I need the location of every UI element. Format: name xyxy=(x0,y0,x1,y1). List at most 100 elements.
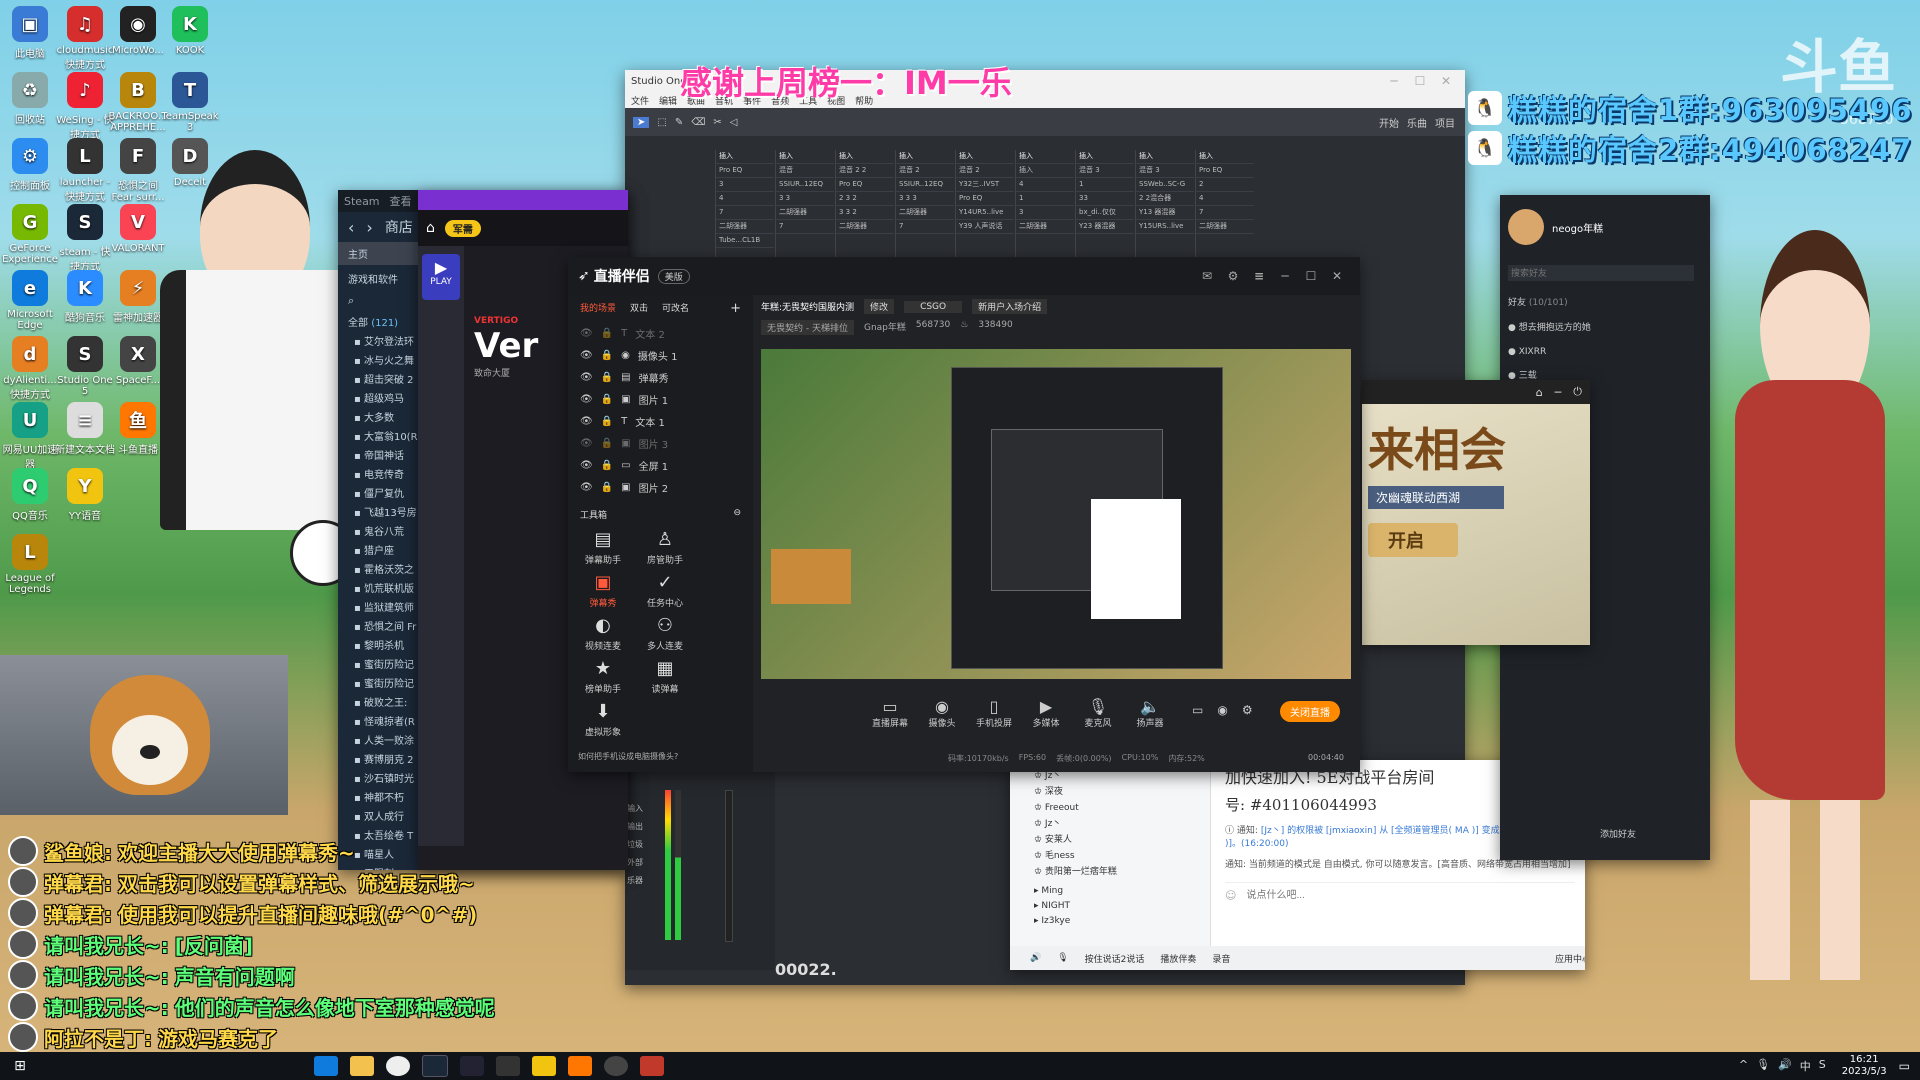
insert-slot[interactable]: Y14UR5..live xyxy=(956,206,1014,220)
desktop-icon[interactable]: ♪ WeSing - 快捷方式 xyxy=(55,72,115,141)
toolbox-button[interactable]: ◐ 视频连麦 xyxy=(572,615,634,652)
minimize-icon-2[interactable]: ─ xyxy=(1555,386,1562,399)
insert-column[interactable]: 插入 插入 4 1 3 二胡强器 xyxy=(1015,150,1074,260)
insert-slot[interactable]: 二胡强器 xyxy=(836,220,894,234)
live-assistant-window[interactable]: ➶ 直播伴侣 美版 ✉ ⚙ ≡ ─ ☐ ✕ 我的场景 双击 可改名 + 👁 🔒 T 文… xyxy=(568,257,1360,772)
insert-column[interactable]: 插入 混音 2 SSIUR..12EQ 3 3 3 二胡强器 7 xyxy=(895,150,954,260)
insert-slot[interactable]: 混音 2 xyxy=(956,164,1014,178)
scene-source-item[interactable]: 👁 🔒 T 文本 2 xyxy=(568,322,753,344)
desktop-icon[interactable]: S Studio One 5 xyxy=(55,336,115,397)
insert-column[interactable]: 插入 混音 SSIUR..12EQ 3 3 二胡强器 7 xyxy=(775,150,834,260)
insert-slot[interactable]: SSIUR..12EQ xyxy=(896,178,954,192)
desktop-icon[interactable]: ◉ MicroWo... xyxy=(108,6,168,56)
back-arrow-icon[interactable]: ‹ xyxy=(348,218,354,237)
visibility-icon[interactable]: 👁 xyxy=(580,328,593,339)
source-button[interactable]: ▭ 直播屏幕 xyxy=(868,697,912,729)
desktop-icon[interactable]: G GeForce Experience xyxy=(0,204,60,265)
intro-button[interactable]: 新用户入场介绍 xyxy=(972,299,1048,314)
insert-slot[interactable]: 二胡强器 xyxy=(896,206,954,220)
insert-column[interactable]: 插入 Pro EQ 3 4 7 二胡强器 Tube...CL1B xyxy=(715,150,774,260)
scene-source-item[interactable]: 👁 🔒 ▤ 弹幕秀 xyxy=(568,366,753,388)
home-icon-2[interactable]: ⌂ xyxy=(1536,386,1543,399)
desktop-icon[interactable]: K 酷狗音乐 xyxy=(55,270,115,324)
start-icon[interactable]: ⊞ xyxy=(6,1052,34,1080)
scene-source-item[interactable]: 👁 🔒 ◉ 摄像头 1 xyxy=(568,344,753,366)
insert-slot[interactable]: 二胡强器 xyxy=(716,220,774,234)
channel-group[interactable]: ▸ Ming xyxy=(1034,884,1210,899)
insert-slot[interactable]: 混音 2 2 xyxy=(836,164,894,178)
friend-search-input[interactable] xyxy=(1508,265,1694,281)
notification-icon[interactable]: ▭ xyxy=(1899,1059,1910,1073)
insert-slot[interactable]: 混音 xyxy=(776,164,834,178)
visibility-icon[interactable]: 👁 xyxy=(580,416,593,427)
visibility-icon[interactable]: 👁 xyxy=(580,350,593,361)
gear-icon[interactable]: ⚙ xyxy=(1242,703,1253,717)
close-icon-3[interactable]: ✕ xyxy=(1324,269,1350,283)
insert-slot[interactable]: 插入 xyxy=(1016,164,1074,178)
channel-member[interactable]: ♔ 毛ness xyxy=(1034,848,1210,864)
desktop-icon[interactable]: U 网易UU加速器 xyxy=(0,402,60,471)
add-scene-button[interactable]: + xyxy=(730,301,741,316)
tab-song[interactable]: 乐曲 xyxy=(1407,115,1427,130)
desktop-icon[interactable]: K KOOK xyxy=(160,6,220,56)
home-icon[interactable]: ⌂ xyxy=(426,220,435,236)
insert-slot[interactable]: Pro EQ xyxy=(956,192,1014,206)
edge-icon[interactable] xyxy=(314,1056,338,1076)
insert-slot[interactable]: 3 3 3 xyxy=(896,192,954,206)
insert-slot[interactable]: bx_di..仅仅 xyxy=(1076,206,1134,220)
steam-icon[interactable] xyxy=(422,1055,448,1077)
source-button[interactable]: ▯ 手机投屏 xyxy=(972,697,1016,729)
insert-column[interactable]: 插入 混音 2 Y32三..IVST Pro EQ Y14UR5..live Y39 人声… xyxy=(955,150,1014,260)
tray-icon[interactable]: 中 xyxy=(1800,1058,1811,1074)
desktop-icon[interactable]: d dyAlienti... 快捷方式 xyxy=(0,336,60,401)
minimize-icon[interactable]: ─ xyxy=(1381,74,1407,88)
insert-slot[interactable]: Y32三..IVST xyxy=(956,178,1014,192)
insert-column[interactable]: 插入 混音 3 1 33 bx_di..仅仅 Y23 器混器 xyxy=(1075,150,1134,260)
steam-menu-view[interactable]: 查看 xyxy=(390,193,412,209)
lock-icon[interactable]: 🔒 xyxy=(601,350,613,361)
qq-record-button[interactable]: 录音 xyxy=(1212,952,1230,965)
toolbox-button[interactable]: ⬇ 虚拟形象 xyxy=(572,701,634,738)
tray-icon[interactable]: 🎙 xyxy=(1756,1058,1770,1074)
tab-my-scenes[interactable]: 我的场景 xyxy=(580,301,616,316)
desktop-icon[interactable]: L League of Legends xyxy=(0,534,60,595)
category-select[interactable]: 无畏契约 - 天梯排位 xyxy=(761,320,854,335)
lock-icon[interactable]: 🔒 xyxy=(601,394,613,405)
friend-item[interactable]: ● XIXRR xyxy=(1508,340,1710,364)
obs-icon[interactable] xyxy=(604,1056,628,1076)
insert-slot[interactable]: 3 xyxy=(1016,206,1074,220)
desktop-icon[interactable]: B BACKROO... APPREHE... xyxy=(108,72,168,133)
channel-member[interactable]: ♔ Jz丶 xyxy=(1034,816,1210,832)
desktop-icon[interactable]: ♫ cloudmusic 快捷方式 xyxy=(55,6,115,71)
toolbox-button[interactable]: ⚇ 多人连麦 xyxy=(634,615,696,652)
source-button[interactable]: ◉ 摄像头 xyxy=(920,697,964,729)
scene-source-item[interactable]: 👁 🔒 ▭ 全屏 1 xyxy=(568,454,753,476)
qq-app-center[interactable]: 应用中心 xyxy=(1555,952,1585,965)
version-badge[interactable]: 美版 xyxy=(657,268,690,284)
tray-icon[interactable]: ^ xyxy=(1739,1058,1748,1074)
desktop-icon[interactable]: ▣ 此电脑 xyxy=(0,6,60,60)
desktop-icon[interactable]: e Microsoft Edge xyxy=(0,270,60,331)
maximize-icon[interactable]: ☐ xyxy=(1407,74,1433,88)
forward-arrow-icon[interactable]: › xyxy=(366,218,372,237)
insert-slot[interactable]: 1 xyxy=(1076,178,1134,192)
douyu-icon[interactable] xyxy=(568,1056,592,1076)
eye-icon[interactable]: ◉ xyxy=(1217,703,1227,717)
desktop-icon[interactable]: Q QQ音乐 xyxy=(0,468,60,522)
qq-chat-input[interactable] xyxy=(1244,889,1509,902)
close-icon[interactable]: ✕ xyxy=(1433,74,1459,88)
channel-member[interactable]: ♔ 贵阳第一烂痞年糕 xyxy=(1034,864,1210,880)
friend-item[interactable]: ● 想去拥抱远方的她 xyxy=(1508,316,1710,340)
live-titlebar[interactable]: ➶ 直播伴侣 美版 ✉ ⚙ ≡ ─ ☐ ✕ xyxy=(568,257,1360,295)
channel-group[interactable]: ▸ Iz3kye xyxy=(1034,914,1210,929)
desktop-icon[interactable]: T TeamSpeak 3 xyxy=(160,72,220,133)
channel-group[interactable]: ▸ NIGHT xyxy=(1034,899,1210,914)
tab-double-click[interactable]: 双击 xyxy=(630,301,648,316)
game-tag[interactable]: CSGO xyxy=(904,300,963,313)
insert-column[interactable]: 插入 Pro EQ 2 4 7 二胡强器 xyxy=(1195,150,1254,260)
toolbox-button[interactable]: ▤ 弹幕助手 xyxy=(572,529,634,566)
desktop-icon[interactable]: Ssteam - 快捷方式 xyxy=(55,204,115,273)
insert-slot[interactable]: 2 xyxy=(1196,178,1254,192)
channel-member[interactable]: ♔ 安莱人 xyxy=(1034,832,1210,848)
lock-icon[interactable]: 🔒 xyxy=(601,438,613,449)
